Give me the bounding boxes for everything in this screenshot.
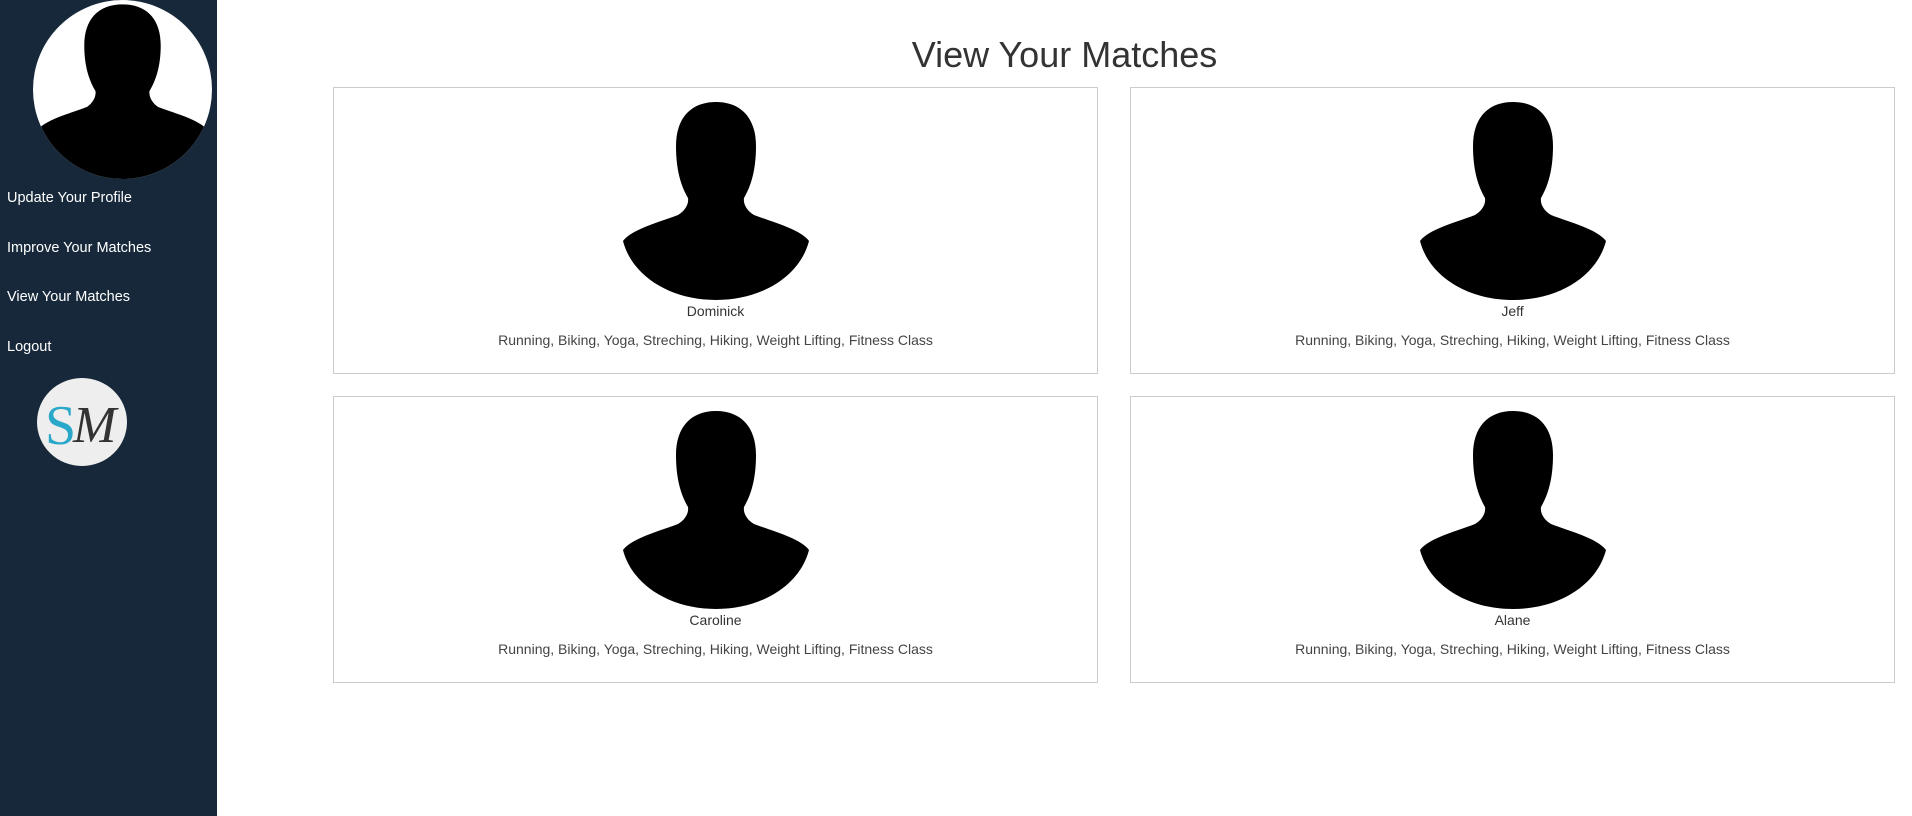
match-interests: Running, Biking, Yoga, Streching, Hiking… xyxy=(1295,332,1730,348)
match-interests: Running, Biking, Yoga, Streching, Hiking… xyxy=(498,332,933,348)
nav-view-matches[interactable]: View Your Matches xyxy=(7,289,130,305)
match-card[interactable]: Dominick Running, Biking, Yoga, Strechin… xyxy=(333,87,1098,374)
match-card[interactable]: Jeff Running, Biking, Yoga, Streching, H… xyxy=(1130,87,1895,374)
sm-logo-icon: S M xyxy=(45,395,119,457)
match-card[interactable]: Alane Running, Biking, Yoga, Streching, … xyxy=(1130,396,1895,683)
match-name: Caroline xyxy=(689,612,742,628)
match-interests: Running, Biking, Yoga, Streching, Hiking… xyxy=(1295,641,1730,657)
person-silhouette-icon xyxy=(1419,102,1606,300)
match-name: Dominick xyxy=(686,303,745,319)
main-content: View Your Matches Dominick Running, Biki… xyxy=(217,0,1912,816)
match-avatar xyxy=(1417,409,1609,609)
svg-text:S: S xyxy=(45,395,76,457)
match-avatar xyxy=(1417,100,1609,300)
nav-logout[interactable]: Logout xyxy=(7,339,51,355)
match-avatar xyxy=(620,409,812,609)
person-silhouette-icon xyxy=(622,411,809,609)
match-avatar xyxy=(620,100,812,300)
sidebar: Update Your Profile Improve Your Matches… xyxy=(0,0,217,816)
match-card[interactable]: Caroline Running, Biking, Yoga, Strechin… xyxy=(333,396,1098,683)
person-silhouette-icon xyxy=(1419,411,1606,609)
person-silhouette-icon xyxy=(622,102,809,300)
nav-improve-matches[interactable]: Improve Your Matches xyxy=(7,240,151,256)
person-silhouette-icon xyxy=(36,4,209,179)
profile-avatar[interactable] xyxy=(33,0,212,179)
brand-logo: S M xyxy=(37,378,127,466)
nav-update-profile[interactable]: Update Your Profile xyxy=(7,190,132,206)
match-name: Jeff xyxy=(1501,303,1524,319)
match-interests: Running, Biking, Yoga, Streching, Hiking… xyxy=(498,641,933,657)
page-title: View Your Matches xyxy=(911,34,1218,75)
match-name: Alane xyxy=(1494,612,1531,628)
svg-text:M: M xyxy=(72,397,119,454)
